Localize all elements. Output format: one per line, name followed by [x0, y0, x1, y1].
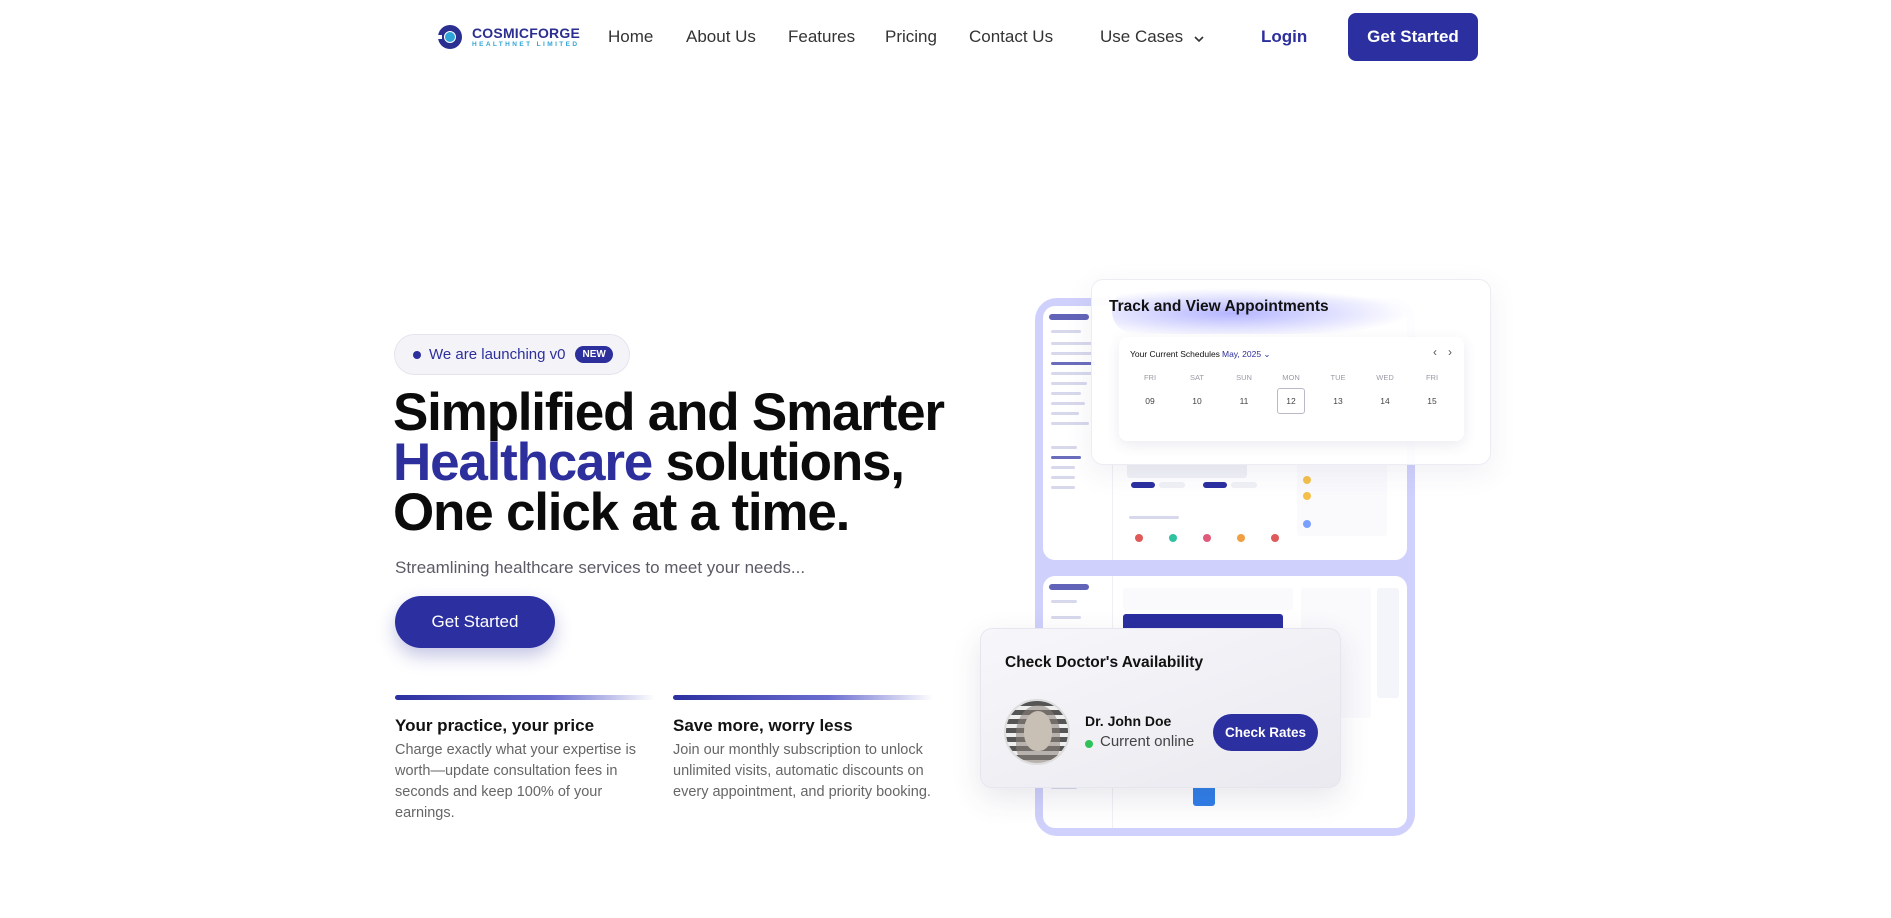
- day-name: MON: [1282, 373, 1300, 382]
- nav-link-contact-us[interactable]: Contact Us: [969, 27, 1053, 47]
- nav-link-about-us[interactable]: About Us: [686, 27, 756, 47]
- feature-body: Join our monthly subscription to unlock …: [673, 742, 931, 800]
- top-nav: COSMICFORGE HEALTHNET LIMITED Home About…: [0, 0, 1891, 75]
- day-name: SAT: [1189, 373, 1205, 382]
- day-date: 15: [1427, 396, 1437, 406]
- day-cell[interactable]: FRI 15: [1413, 367, 1451, 415]
- schedule-label: Your Current Schedules: [1130, 349, 1220, 359]
- day-cell[interactable]: SUN 11: [1225, 367, 1263, 415]
- new-badge: NEW: [575, 346, 613, 363]
- chevron-down-icon: [1193, 28, 1205, 48]
- day-name: FRI: [1425, 373, 1439, 382]
- day-date: 14: [1380, 396, 1390, 406]
- day-name: WED: [1376, 373, 1394, 382]
- hero-get-started-button[interactable]: Get Started: [395, 596, 555, 648]
- doctor-card-title: Check Doctor's Availability: [1005, 654, 1204, 671]
- doctor-availability-card: Check Doctor's Availability Dr. John Doe…: [980, 628, 1341, 788]
- day-name: FRI: [1143, 373, 1157, 382]
- launch-text: We are launching v0: [429, 346, 566, 363]
- day-name: SUN: [1236, 373, 1252, 382]
- day-cell[interactable]: TUE 13: [1319, 367, 1357, 415]
- launch-announcement-pill[interactable]: We are launching v0 NEW: [394, 334, 630, 375]
- feature-title: Save more, worry less: [673, 716, 853, 735]
- day-cell[interactable]: MON 12: [1272, 367, 1310, 415]
- feature-title: Your practice, your price: [395, 716, 595, 735]
- day-name: TUE: [1330, 373, 1346, 382]
- nav-dropdown-label: Use Cases: [1100, 27, 1184, 46]
- day-date: 13: [1333, 396, 1343, 406]
- chevron-right-icon[interactable]: ›: [1448, 345, 1452, 359]
- logo-mark-icon: [434, 20, 466, 54]
- online-status-icon: [1085, 740, 1093, 748]
- feature-accent-bar: [395, 695, 655, 700]
- login-link[interactable]: Login: [1261, 27, 1307, 47]
- day-date: 09: [1145, 396, 1155, 406]
- feature-accent-bar: [673, 695, 933, 700]
- brand-name: COSMICFORGE: [472, 24, 580, 41]
- doctor-name: Dr. John Doe: [1085, 713, 1172, 729]
- dot-icon: [413, 350, 421, 359]
- doctor-avatar: [1004, 699, 1070, 765]
- appointments-card: Track and View Appointments Your Current…: [1091, 279, 1491, 465]
- schedule-widget: Your Current Schedules May, 2025 ⌄ ‹ › F…: [1119, 337, 1464, 441]
- nav-dropdown-use-cases[interactable]: Use Cases: [1100, 27, 1205, 48]
- day-cell[interactable]: SAT 10: [1178, 367, 1216, 415]
- day-cell[interactable]: WED 14: [1366, 367, 1404, 415]
- nav-get-started-button[interactable]: Get Started: [1348, 13, 1478, 61]
- nav-link-features[interactable]: Features: [788, 27, 855, 47]
- day-date: 11: [1239, 396, 1249, 406]
- feature-subscription: Save more, worry less Join our monthly s…: [673, 695, 933, 803]
- feature-body: Charge exactly what your expertise is wo…: [395, 742, 636, 821]
- appointments-title: Track and View Appointments: [1109, 298, 1329, 315]
- hero-headline: Simplified and Smarter Healthcare soluti…: [393, 386, 945, 539]
- nav-link-pricing[interactable]: Pricing: [885, 27, 937, 47]
- feature-pricing: Your practice, your price Charge exactly…: [395, 695, 655, 824]
- chevron-left-icon[interactable]: ‹: [1433, 345, 1437, 359]
- headline-line-3: One click at a time.: [393, 483, 850, 542]
- brand-logo[interactable]: COSMICFORGE HEALTHNET LIMITED: [434, 20, 580, 54]
- schedule-month: May, 2025: [1222, 349, 1262, 359]
- doctor-status: Current online: [1100, 733, 1195, 750]
- day-date-selected: 12: [1277, 388, 1305, 414]
- schedule-month-select[interactable]: May, 2025 ⌄: [1222, 349, 1271, 360]
- nav-link-home[interactable]: Home: [608, 27, 653, 47]
- day-cell[interactable]: FRI 09: [1131, 367, 1169, 415]
- brand-subtitle: HEALTHNET LIMITED: [472, 40, 580, 48]
- check-rates-button[interactable]: Check Rates: [1213, 714, 1318, 751]
- day-date: 10: [1192, 396, 1202, 406]
- hero-subtext: Streamlining healthcare services to meet…: [395, 558, 806, 577]
